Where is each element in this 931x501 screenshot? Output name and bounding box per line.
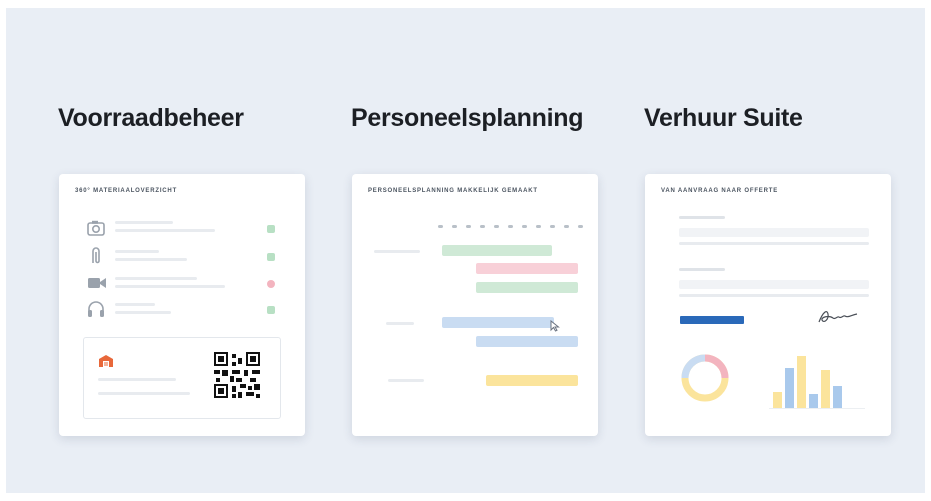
paperclip-icon	[92, 247, 100, 264]
heading-personeelsplanning: Personeelsplanning	[351, 104, 584, 132]
camera-icon	[87, 220, 105, 236]
heading-voorraadbeheer: Voorraadbeheer	[58, 104, 244, 132]
donut-chart-icon	[681, 354, 729, 402]
verhuur-suite-card[interactable]: VAN AANVRAAG NAAR OFFERTE	[645, 174, 891, 436]
video-camera-icon	[88, 278, 106, 288]
location-box	[83, 337, 281, 419]
row-label	[388, 379, 424, 382]
bar-chart-icon	[769, 352, 865, 409]
card-title: PERSONEELSPLANNING MAKKELIJK GEMAAKT	[368, 188, 538, 194]
shift-bar-green[interactable]	[476, 282, 578, 293]
shift-bar-pink[interactable]	[476, 263, 578, 274]
status-ok-indicator	[267, 225, 275, 233]
item-line	[115, 221, 173, 224]
location-line	[98, 392, 190, 395]
heading-verhuur-suite: Verhuur Suite	[644, 104, 803, 132]
row-label	[386, 322, 414, 325]
card-title: VAN AANVRAAG NAAR OFFERTE	[661, 188, 778, 194]
voorraadbeheer-card[interactable]: 360° MATERIAALOVERZICHT	[59, 174, 305, 436]
signature-icon	[818, 311, 858, 323]
shift-bar-green[interactable]	[442, 245, 552, 256]
status-alert-indicator	[267, 280, 275, 288]
row-label	[374, 250, 420, 253]
shift-bar-blue[interactable]	[476, 336, 578, 347]
shift-bar-blue[interactable]	[442, 317, 554, 328]
warehouse-icon	[99, 355, 113, 367]
headphones-icon	[88, 301, 104, 317]
shift-bar-yellow[interactable]	[486, 375, 578, 386]
item-line	[115, 311, 171, 314]
item-line	[115, 285, 225, 288]
item-line	[115, 277, 197, 280]
submit-button[interactable]	[680, 316, 744, 324]
card-title: 360° MATERIAALOVERZICHT	[75, 188, 178, 194]
item-line	[115, 303, 155, 306]
item-line	[115, 229, 215, 232]
location-line	[98, 378, 176, 381]
item-line	[115, 258, 187, 261]
item-line	[115, 250, 159, 253]
status-ok-indicator	[267, 253, 275, 261]
status-ok-indicator	[267, 306, 275, 314]
personeelsplanning-card[interactable]: PERSONEELSPLANNING MAKKELIJK GEMAAKT	[352, 174, 598, 436]
cursor-icon	[550, 320, 560, 332]
qr-code-icon	[214, 352, 260, 398]
